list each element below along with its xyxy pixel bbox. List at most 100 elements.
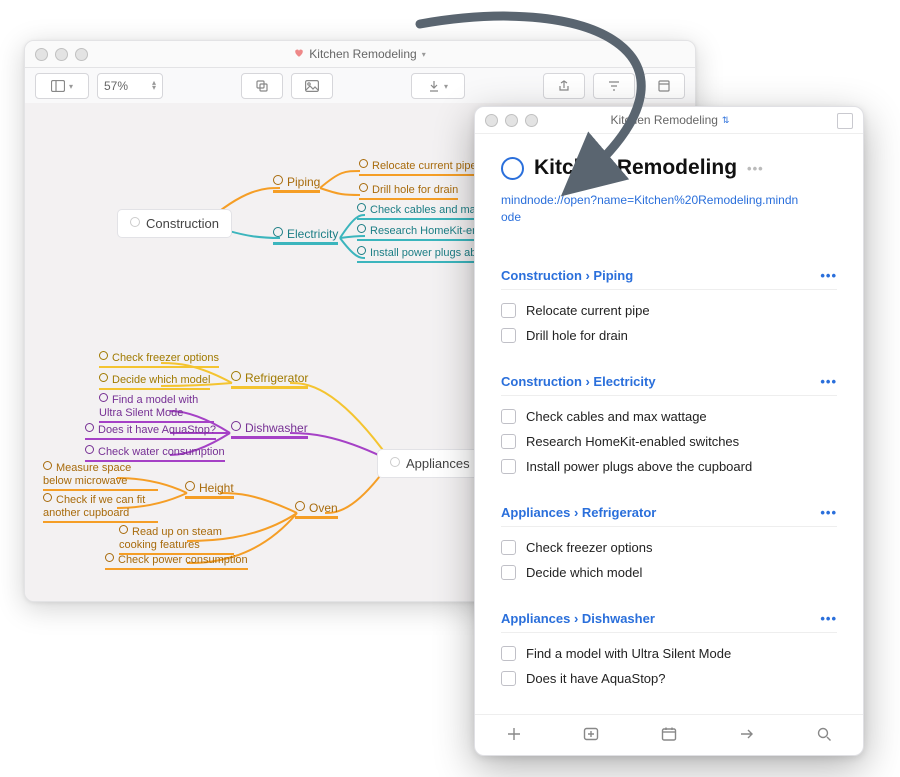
checkbox-icon[interactable] <box>501 540 516 555</box>
download-button[interactable]: ▾ <box>411 73 465 99</box>
checkbox-icon[interactable] <box>501 328 516 343</box>
task-row[interactable]: Check cables and max wattage <box>501 404 837 429</box>
sort-icon[interactable]: ⇅ <box>722 115 728 126</box>
window-title-text: Kitchen Remodeling <box>309 47 416 61</box>
task-row[interactable]: Drill hole for drain <box>501 323 837 348</box>
close-icon[interactable] <box>35 48 48 61</box>
leaf-aquastop[interactable]: Does it have AquaStop? <box>85 423 216 440</box>
close-icon[interactable] <box>485 114 498 127</box>
leaf-ultra-silent[interactable]: Find a model with Ultra Silent Mode <box>99 393 214 423</box>
leaf-drill-drain[interactable]: Drill hole for drain <box>359 183 458 200</box>
task-label: Find a model with Ultra Silent Mode <box>526 646 731 661</box>
minimize-icon[interactable] <box>55 48 68 61</box>
new-project-button[interactable] <box>571 726 611 745</box>
ellipsis-icon[interactable]: ••• <box>820 505 837 520</box>
chevron-down-icon: ▾ <box>444 82 448 91</box>
node-construction[interactable]: Construction <box>117 209 232 238</box>
group-1: Construction › Electricity ••• Check cab… <box>501 374 837 479</box>
maximize-icon[interactable] <box>525 114 538 127</box>
leaf-water-cons[interactable]: Check water consumption <box>85 445 225 462</box>
maximize-icon[interactable] <box>75 48 88 61</box>
group-header[interactable]: Construction › Electricity ••• <box>501 374 837 396</box>
leaf-power-cons[interactable]: Check power consumption <box>105 553 248 570</box>
cat-piping[interactable]: Piping <box>273 175 320 193</box>
image-button[interactable] <box>291 73 333 99</box>
group-name: Appliances › Dishwasher <box>501 611 655 626</box>
checkbox-icon[interactable] <box>501 434 516 449</box>
task-label: Check cables and max wattage <box>526 409 707 424</box>
new-window-icon[interactable] <box>837 113 853 129</box>
group-2: Appliances › Refrigerator ••• Check free… <box>501 505 837 585</box>
chevron-down-icon: ▾ <box>69 82 73 91</box>
text-style-button[interactable] <box>241 73 283 99</box>
minimize-icon[interactable] <box>505 114 518 127</box>
checkbox-icon[interactable] <box>501 565 516 580</box>
project-progress-icon[interactable] <box>501 157 524 180</box>
things-bottom-toolbar <box>475 714 863 755</box>
task-row[interactable]: Relocate current pipe <box>501 298 837 323</box>
cat-height[interactable]: Height <box>185 481 234 499</box>
move-button[interactable] <box>727 726 767 745</box>
group-0: Construction › Piping ••• Relocate curre… <box>501 268 837 348</box>
checkbox-icon[interactable] <box>501 409 516 424</box>
task-row[interactable]: Find a model with Ultra Silent Mode <box>501 641 837 666</box>
traffic-lights[interactable] <box>35 48 88 61</box>
things-content: Kitchen Remodeling ••• mindnode://open?n… <box>475 134 863 714</box>
checkbox-icon[interactable] <box>501 459 516 474</box>
new-todo-button[interactable] <box>494 726 534 745</box>
task-label: Check freezer options <box>526 540 652 555</box>
node-status-icon <box>390 457 400 467</box>
window-title[interactable]: Kitchen Remodeling ▾ <box>294 47 425 61</box>
task-label: Relocate current pipe <box>526 303 650 318</box>
chevron-down-icon[interactable]: ▾ <box>422 50 426 59</box>
cat-dishwasher[interactable]: Dishwasher <box>231 421 308 439</box>
mindnode-toolbar: ▾ 57% ▴▾ ▾ <box>25 68 695 105</box>
task-row[interactable]: Check freezer options <box>501 535 837 560</box>
project-title-row: Kitchen Remodeling ••• <box>501 156 837 180</box>
group-header[interactable]: Construction › Piping ••• <box>501 268 837 290</box>
share-button[interactable] <box>543 73 585 99</box>
leaf-measure-space[interactable]: Measure space below microwave <box>43 461 158 491</box>
leaf-relocate-pipe[interactable]: Relocate current pipe <box>359 159 477 176</box>
task-label: Decide which model <box>526 565 642 580</box>
ellipsis-icon[interactable]: ••• <box>747 161 764 176</box>
node-appliances[interactable]: Appliances <box>377 449 483 478</box>
cat-electricity[interactable]: Electricity <box>273 227 338 245</box>
ellipsis-icon[interactable]: ••• <box>820 611 837 626</box>
filter-button[interactable] <box>593 73 635 99</box>
group-header[interactable]: Appliances › Refrigerator ••• <box>501 505 837 527</box>
zoom-selector[interactable]: 57% ▴▾ <box>97 73 163 99</box>
things-window-title[interactable]: Kitchen Remodeling ⇅ <box>611 113 728 127</box>
task-row[interactable]: Decide which model <box>501 560 837 585</box>
search-button[interactable] <box>804 726 844 745</box>
project-title: Kitchen Remodeling <box>534 156 737 180</box>
ellipsis-icon[interactable]: ••• <box>820 374 837 389</box>
group-name: Construction › Piping <box>501 268 633 283</box>
heart-icon <box>294 47 304 61</box>
leaf-steam-cooking[interactable]: Read up on steam cooking features <box>119 525 234 555</box>
cat-refrigerator[interactable]: Refrigerator <box>231 371 308 389</box>
leaf-check-freezer[interactable]: Check freezer options <box>99 351 219 368</box>
traffic-lights[interactable] <box>485 114 538 127</box>
sidebar-toggle-button[interactable]: ▾ <box>35 73 89 99</box>
leaf-check-cupboard[interactable]: Check if we can fit another cupboard <box>43 493 158 523</box>
node-status-icon <box>130 217 140 227</box>
task-row[interactable]: Research HomeKit-enabled switches <box>501 429 837 454</box>
task-row[interactable]: Does it have AquaStop? <box>501 666 837 691</box>
cat-oven[interactable]: Oven <box>295 501 338 519</box>
checkbox-icon[interactable] <box>501 303 516 318</box>
things-titlebar: Kitchen Remodeling ⇅ <box>475 107 863 134</box>
calendar-button[interactable] <box>649 726 689 745</box>
task-label: Install power plugs above the cupboard <box>526 459 752 474</box>
task-label: Research HomeKit-enabled switches <box>526 434 739 449</box>
group-header[interactable]: Appliances › Dishwasher ••• <box>501 611 837 633</box>
leaf-decide-model[interactable]: Decide which model <box>99 373 210 390</box>
inspector-button[interactable] <box>643 73 685 99</box>
checkbox-icon[interactable] <box>501 671 516 686</box>
checkbox-icon[interactable] <box>501 646 516 661</box>
project-notes-link[interactable]: mindnode://open?name=Kitchen%20Remodelin… <box>501 192 801 226</box>
task-label: Drill hole for drain <box>526 328 628 343</box>
group-name: Appliances › Refrigerator <box>501 505 656 520</box>
ellipsis-icon[interactable]: ••• <box>820 268 837 283</box>
task-row[interactable]: Install power plugs above the cupboard <box>501 454 837 479</box>
